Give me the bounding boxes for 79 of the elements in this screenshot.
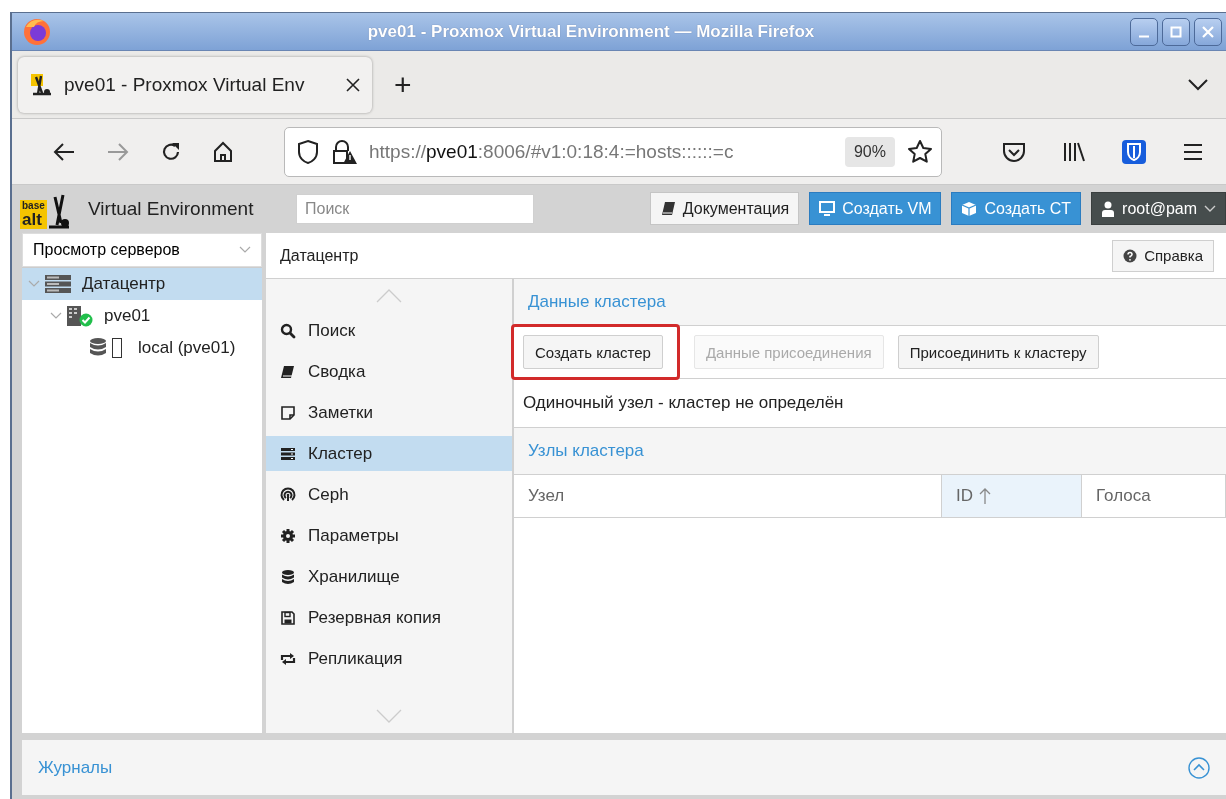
search-field[interactable]: Поиск	[296, 193, 534, 224]
ceph-icon	[280, 486, 296, 503]
logo-text: alt	[22, 210, 43, 228]
extension-shield-icon[interactable]	[1122, 139, 1146, 164]
monitor-icon	[819, 200, 836, 217]
star-icon[interactable]	[907, 138, 933, 165]
cluster-icon	[280, 445, 296, 462]
menu-item[interactable]: Поиск	[266, 313, 512, 348]
mascot-drawing	[46, 192, 71, 229]
tree-label: Датацентр	[82, 274, 166, 294]
lock-warning-icon	[331, 138, 357, 165]
section-header: Данные кластера	[514, 279, 1226, 326]
tree-item[interactable]: Датацентр	[22, 268, 262, 300]
menu-item[interactable]: Хранилище	[266, 559, 512, 594]
address-bar[interactable]: https://pve01:8006/#v1:0:18:4:=hosts::::::=c 90%	[284, 126, 942, 177]
server-online-icon	[66, 305, 94, 327]
tree-label: local (pve01)	[138, 338, 236, 358]
new-tab-button[interactable]: +	[386, 67, 420, 102]
app-logo-icon	[22, 16, 52, 47]
user-icon	[1101, 200, 1116, 217]
expand-icon[interactable]	[1188, 756, 1210, 779]
tree-item[interactable]: local (pve01)	[22, 332, 262, 364]
favicon-icon	[30, 72, 54, 97]
toolbar-button[interactable]: Создать кластер	[523, 335, 663, 369]
close-icon	[1201, 24, 1215, 39]
help-icon	[1123, 248, 1138, 263]
maximize-icon	[1169, 24, 1183, 39]
note-icon	[280, 404, 296, 421]
minimize-button[interactable]	[1130, 17, 1158, 46]
menu-item[interactable]: Резервная копия	[266, 600, 512, 635]
menu-item[interactable]: Ceph	[266, 477, 512, 512]
url-text: https://pve01:8006/#v1:0:18:4:=hosts::::::=c	[369, 140, 735, 163]
close-button[interactable]	[1194, 17, 1222, 46]
gear-icon	[280, 527, 296, 544]
documentation-button[interactable]: Документация	[649, 192, 800, 225]
floppy-icon	[280, 609, 296, 626]
search-icon	[280, 322, 296, 339]
product-name: Virtual Environment	[88, 197, 255, 220]
browser-tab[interactable]: pve01 - Proxmox Virtual Env	[18, 56, 372, 113]
library-icon[interactable]	[1062, 140, 1086, 163]
tab-title: pve01 - Proxmox Virtual Env	[64, 73, 306, 96]
window-title: pve01 - Proxmox Virtual Environment — Mozilla Firefox	[366, 21, 816, 42]
view-dropdown[interactable]: Просмотр серверов	[22, 233, 262, 267]
database-icon	[280, 568, 296, 585]
zoom-level[interactable]: 90%	[844, 136, 895, 167]
menu-item[interactable]: Кластер	[266, 436, 512, 471]
menu-item[interactable]: Заметки	[266, 395, 512, 430]
chevron-down-icon	[1204, 204, 1216, 213]
column-header[interactable]: ID	[942, 475, 1082, 517]
menu-item[interactable]: Репликация	[266, 641, 512, 676]
pocket-icon[interactable]	[1002, 140, 1026, 163]
reload-icon[interactable]	[160, 140, 182, 163]
logo-text: base	[22, 200, 45, 211]
close-icon[interactable]	[346, 77, 360, 92]
panel-title: Журналы	[38, 757, 113, 778]
maximize-button[interactable]	[1162, 17, 1190, 46]
book-icon	[659, 200, 676, 217]
server-stack-icon	[44, 274, 72, 294]
menu-icon[interactable]	[1182, 142, 1204, 161]
menu-item[interactable]: Параметры	[266, 518, 512, 553]
user-menu-button[interactable]: root@pam	[1091, 192, 1226, 225]
panel-title: Датацентр	[280, 246, 360, 265]
help-button[interactable]: Справка	[1112, 239, 1214, 272]
home-icon[interactable]	[212, 140, 234, 163]
cube-icon	[961, 200, 978, 217]
chevron-down-icon	[239, 246, 251, 254]
toolbar-button[interactable]: Присоединить к кластеру	[897, 335, 1099, 369]
chevron-down-icon[interactable]	[1188, 78, 1208, 91]
tree-label: pve01	[104, 306, 151, 326]
menu-item[interactable]: Сводка	[266, 354, 512, 389]
shield-icon	[297, 138, 319, 165]
book-icon	[280, 363, 296, 380]
sort-up-icon	[979, 487, 991, 505]
column-header[interactable]: Голоса	[1082, 475, 1226, 517]
minimize-icon	[1137, 35, 1151, 38]
back-icon[interactable]	[52, 141, 76, 162]
tree-item[interactable]: pve01	[22, 300, 262, 332]
section-header: Узлы кластера	[514, 428, 1226, 475]
replication-icon	[280, 650, 296, 667]
